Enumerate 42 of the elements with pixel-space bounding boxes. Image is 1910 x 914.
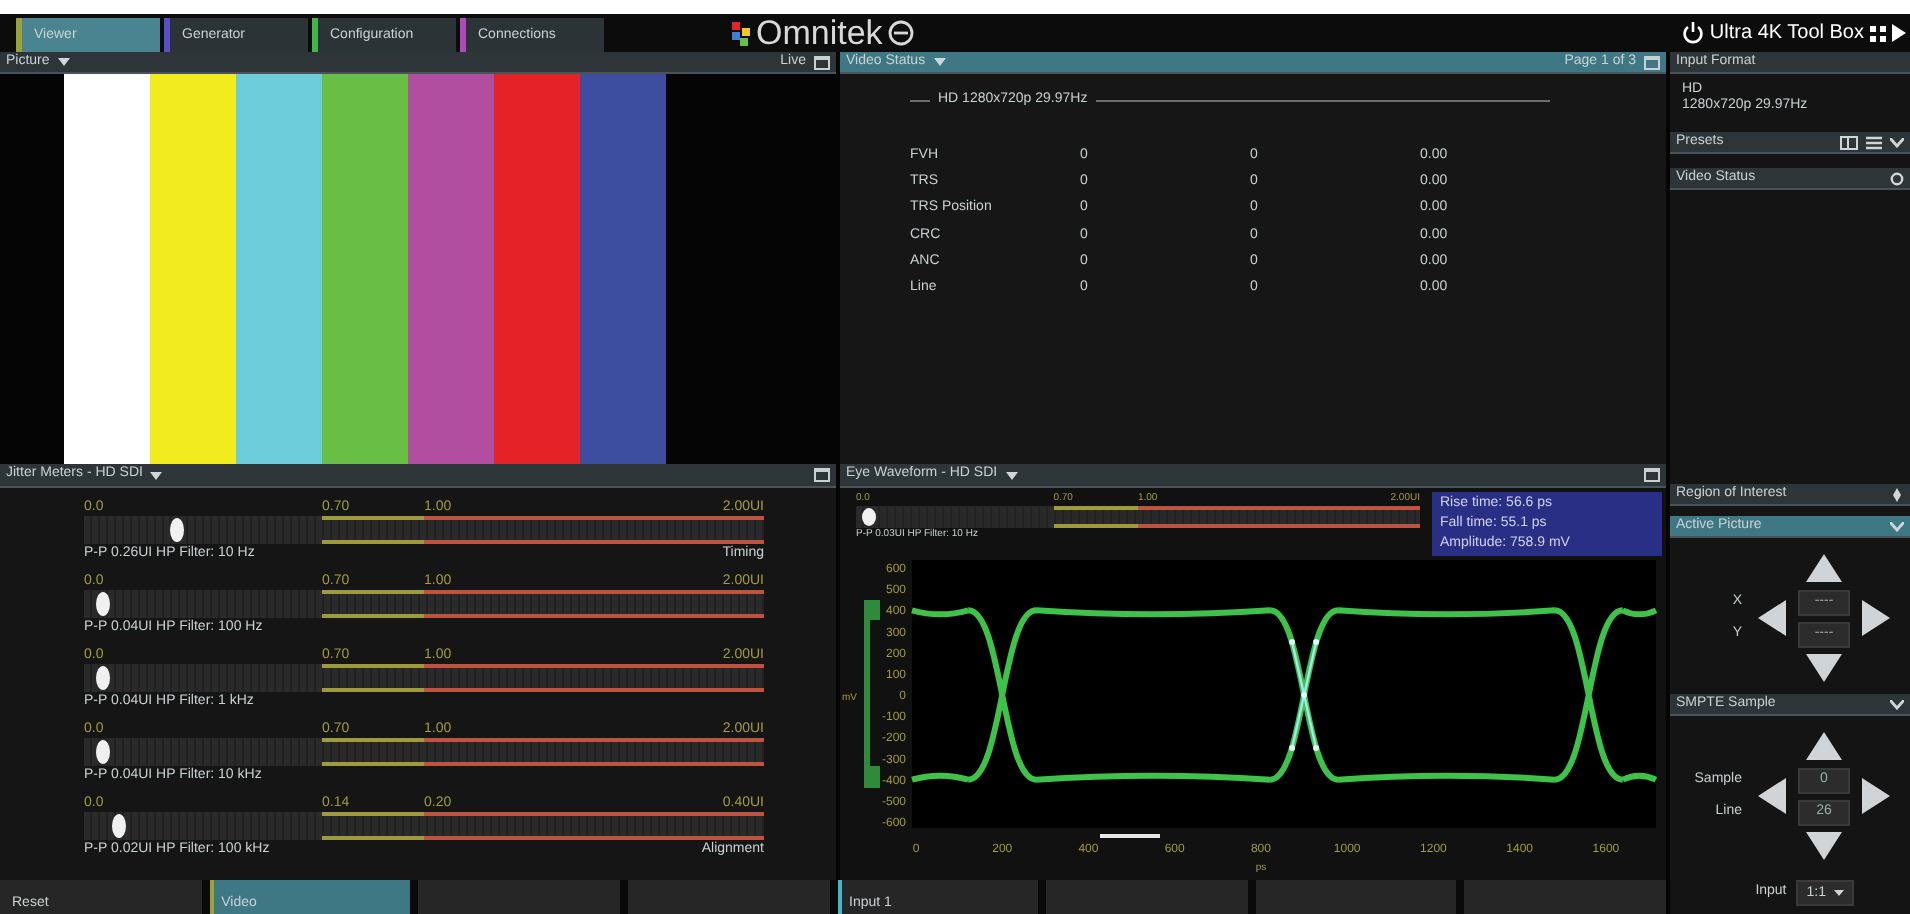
down-arrow-icon[interactable] [1806,832,1842,860]
meter-thumb[interactable] [169,518,184,542]
meter-thumb[interactable] [95,592,109,616]
maximize-icon[interactable] [1644,468,1660,482]
power-icon[interactable] [1681,22,1704,44]
left-arrow-icon[interactable] [1758,600,1786,636]
measurement-marker-drawing [1289,639,1320,751]
up-arrow-icon[interactable] [1806,554,1842,582]
right-arrow-icon[interactable] [1862,778,1890,814]
warning-zone [322,664,424,692]
down-arrow-icon[interactable] [1806,654,1842,682]
maximize-icon[interactable] [814,55,830,69]
chevron-icon[interactable] [1890,137,1904,147]
left-arrow-icon[interactable] [1758,778,1786,814]
up-arrow-icon[interactable] [1806,732,1842,760]
refresh-icon[interactable] [1890,171,1904,185]
caret-icon[interactable] [150,471,163,479]
meter-thumb[interactable] [95,740,109,764]
meter-thumb[interactable] [861,508,876,526]
clock-icon [888,20,915,46]
caret-icon[interactable] [57,58,70,66]
warning-zone [1053,506,1138,528]
meter-thumb[interactable] [112,814,126,838]
warning-zone [322,812,424,840]
warning-zone [322,738,424,766]
right-arrow-icon[interactable] [1862,600,1890,636]
scroll-handle[interactable] [1100,834,1160,838]
layout-icon[interactable] [1840,135,1858,149]
caret-icon[interactable] [1005,471,1018,479]
caret-icon [1834,890,1844,896]
move-icon[interactable] [1890,487,1904,501]
meter-thumb[interactable] [95,666,109,690]
grid-icon[interactable] [1870,25,1886,41]
warning-zone [322,516,424,544]
logo-icon [732,21,750,45]
warning-zone [322,590,424,618]
chevron-icon[interactable] [1890,699,1904,709]
play-icon[interactable] [1892,24,1906,42]
logo-text: Omnitek [756,14,883,52]
product-title: Ultra 4K Tool Box [1709,20,1864,48]
maximize-icon[interactable] [814,468,830,482]
list-icon[interactable] [1866,135,1882,149]
